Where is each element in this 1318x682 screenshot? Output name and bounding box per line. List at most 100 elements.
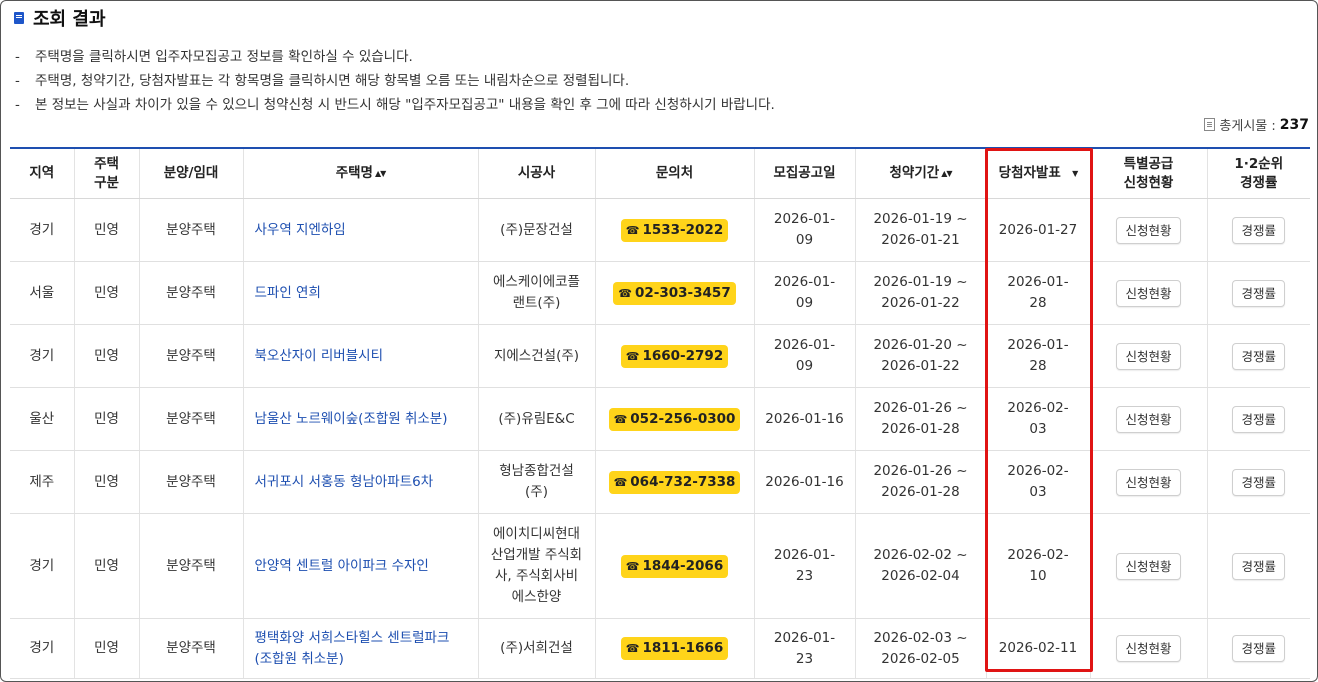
notice-date-cell: 2026-01- 09 [754, 198, 856, 262]
table-row: 제주 민영 분양주택 서귀포시 서홍동 형남아파트6차 형남종합건설 (주) ☎ 064-7… [10, 450, 1310, 514]
phone-badge: ☎ 1844-2066 [620, 554, 729, 578]
phone-number: 1844-2066 [642, 557, 724, 574]
phone-badge: ☎ 052-256-0300 [608, 407, 741, 431]
type-cell: 민영 [74, 261, 140, 325]
period-cell: 2026-01-19 ~ 2026-01-22 [855, 261, 987, 325]
house-name-cell: 평택화양 서희스타힐스 센트럴파크 (조합원 취소분) [243, 618, 479, 679]
col-name-label: 주택명 [335, 165, 373, 181]
phone-number: 052-256-0300 [630, 410, 736, 427]
phone-number: 1533-2022 [642, 221, 724, 238]
special-status-button[interactable]: 신청현황 [1116, 279, 1181, 307]
notice-list: - 주택명을 클릭하시면 입주자모집공고 정보를 확인하실 수 있습니다. - 주택… [15, 45, 775, 117]
period-cell: 2026-01-26 ~ 2026-01-28 [855, 450, 987, 514]
table-row: 경기 민영 분양주택 평택화양 서희스타힐스 센트럴파크 (조합원 취소분) (주)서희… [10, 618, 1310, 679]
builder-cell: 지에스건설(주) [478, 324, 596, 388]
builder-cell: 형남종합건설 (주) [478, 450, 596, 514]
region-cell: 서울 [10, 261, 75, 325]
col-notice-date: 모집공고일 [754, 148, 856, 199]
winner-date-cell: 2026-01-27 [986, 198, 1091, 262]
competition-rate-button[interactable]: 경쟁률 [1232, 552, 1285, 580]
notice-date-cell: 2026-01- 23 [754, 513, 856, 619]
supply-cell: 분양주택 [139, 618, 244, 679]
phone-icon: ☎ [625, 642, 640, 655]
col-special-line1: 특별공급 [1123, 155, 1174, 172]
phone-number: 1660-2792 [642, 347, 724, 364]
notice-text: 본 정보는 사실과 차이가 있을 수 있으니 청약신청 시 반드시 해당 "입주… [35, 97, 775, 113]
house-name-link[interactable]: 사우역 지엔하임 [255, 222, 346, 238]
house-name-link[interactable]: 남울산 노르웨이숲(조합원 취소분) [255, 411, 448, 427]
sort-both-icon: ▲▼ [374, 169, 386, 178]
table-row: 경기 민영 분양주택 안양역 센트럴 아이파크 수자인 에이치디씨현대 산업개발 주식회… [10, 513, 1310, 619]
total-count: 총게시물 : 237 [1204, 115, 1309, 134]
special-status-button[interactable]: 신청현황 [1116, 552, 1181, 580]
special-status-button[interactable]: 신청현황 [1116, 635, 1181, 662]
special-status-button[interactable]: 신청현황 [1116, 468, 1181, 496]
rate-cell: 경쟁률 [1207, 261, 1310, 325]
col-period-label: 청약기간 [889, 165, 940, 181]
house-name-cell: 서귀포시 서홍동 형남아파트6차 [243, 450, 479, 514]
col-period-sort[interactable]: 청약기간 ▲▼ [855, 148, 987, 199]
type-cell: 민영 [74, 324, 140, 388]
contact-cell: ☎ 02-303-3457 [595, 261, 755, 325]
special-status-cell: 신청현황 [1090, 387, 1208, 451]
special-status-button[interactable]: 신청현황 [1116, 342, 1181, 370]
phone-badge: ☎ 02-303-3457 [613, 281, 736, 305]
col-special: 특별공급 신청현황 [1090, 148, 1208, 199]
notice-date-cell: 2026-01- 09 [754, 324, 856, 388]
rate-cell: 경쟁률 [1207, 450, 1310, 514]
col-region: 지역 [10, 148, 75, 199]
notice-date-cell: 2026-01- 23 [754, 618, 856, 679]
special-status-button[interactable]: 신청현황 [1116, 405, 1181, 433]
period-cell: 2026-02-02 ~ 2026-02-04 [855, 513, 987, 619]
competition-rate-button[interactable]: 경쟁률 [1232, 635, 1285, 662]
builder-cell: (주)유림E&C [478, 387, 596, 451]
col-type: 주택 구분 [74, 148, 140, 199]
notice-text: 주택명, 청약기간, 당첨자발표는 각 항목명을 클릭하시면 해당 항목별 오름… [35, 73, 630, 89]
col-winner-sort[interactable]: 당첨자발표 ▼ [986, 148, 1091, 199]
table-row: 경기 민영 분양주택 북오산자이 리버블시티 지에스건설(주) ☎ 1660-2792 202… [10, 324, 1310, 388]
contact-cell: ☎ 1533-2022 [595, 198, 755, 262]
winner-date-cell: 2026-02-11 [986, 618, 1091, 679]
competition-rate-button[interactable]: 경쟁률 [1232, 405, 1285, 433]
winner-date-cell: 2026-01- 28 [986, 324, 1091, 388]
special-status-button[interactable]: 신청현황 [1116, 216, 1181, 244]
section-header: 조회 결과 [14, 7, 106, 30]
phone-icon: ☎ [625, 559, 640, 573]
col-name-sort[interactable]: 주택명 ▲▼ [243, 148, 479, 199]
winner-date-cell: 2026-01- 28 [986, 261, 1091, 325]
house-name-link[interactable]: 서귀포시 서홍동 형남아파트6차 [255, 474, 434, 490]
sort-desc-icon: ▼ [1072, 169, 1078, 178]
region-cell: 경기 [10, 198, 75, 262]
house-name-cell: 북오산자이 리버블시티 [243, 324, 479, 388]
type-cell: 민영 [74, 513, 140, 619]
type-cell: 민영 [74, 450, 140, 514]
notice-dash: - [15, 97, 20, 113]
total-label: 총게시물 : [1219, 119, 1276, 134]
supply-cell: 분양주택 [139, 198, 244, 262]
competition-rate-button[interactable]: 경쟁률 [1232, 216, 1285, 244]
winner-date-cell: 2026-02- 03 [986, 450, 1091, 514]
total-value: 237 [1279, 116, 1309, 133]
region-cell: 경기 [10, 618, 75, 679]
phone-number: 064-732-7338 [630, 473, 736, 490]
competition-rate-button[interactable]: 경쟁률 [1232, 468, 1285, 496]
house-name-link[interactable]: 북오산자이 리버블시티 [255, 348, 384, 364]
special-status-cell: 신청현황 [1090, 324, 1208, 388]
competition-rate-button[interactable]: 경쟁률 [1232, 279, 1285, 307]
phone-number: 1811-1666 [642, 640, 724, 656]
table-row: 경기 민영 분양주택 사우역 지엔하임 (주)문장건설 ☎ 1533-2022 2026-01… [10, 198, 1310, 262]
house-name-link[interactable]: 평택화양 서희스타힐스 센트럴파크 (조합원 취소분) [255, 630, 450, 667]
rate-cell: 경쟁률 [1207, 324, 1310, 388]
special-status-cell: 신청현황 [1090, 618, 1208, 679]
table-row: 서울 민영 분양주택 드파인 연희 에스케이에코플 랜트(주) ☎ 02-303-3457 2… [10, 261, 1310, 325]
house-name-link[interactable]: 드파인 연희 [255, 285, 321, 301]
rate-cell: 경쟁률 [1207, 618, 1310, 679]
builder-cell: 에스케이에코플 랜트(주) [478, 261, 596, 325]
rate-cell: 경쟁률 [1207, 198, 1310, 262]
phone-number: 02-303-3457 [634, 284, 731, 301]
competition-rate-button[interactable]: 경쟁률 [1232, 342, 1285, 370]
notice-date-cell: 2026-01-16 [754, 450, 856, 514]
house-name-link[interactable]: 안양역 센트럴 아이파크 수자인 [255, 558, 429, 574]
phone-icon: ☎ [618, 286, 632, 300]
document-icon [1204, 118, 1216, 131]
